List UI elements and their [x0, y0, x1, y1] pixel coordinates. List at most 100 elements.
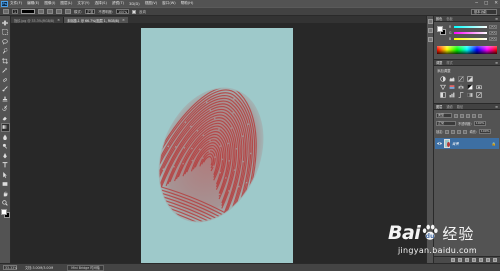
tab-paths[interactable]: 路径 — [457, 104, 463, 109]
brush-size-field[interactable]: 1 — [12, 9, 19, 14]
close-tab-icon[interactable]: × — [57, 18, 60, 22]
document-size-info[interactable]: 文档:3.00M/3.00M — [25, 265, 53, 270]
lock-position-icon[interactable] — [457, 129, 462, 134]
maximize-button[interactable]: □ — [484, 1, 488, 6]
slider-g-track[interactable] — [454, 32, 487, 34]
filter-shape-icon[interactable] — [472, 113, 476, 118]
slider-b[interactable]: B 255 — [449, 37, 498, 41]
slider-r-value[interactable]: 255 — [489, 25, 497, 29]
workspace-select[interactable]: 基本功能 — [471, 9, 497, 15]
panel-menu-icon[interactable]: ≡ — [495, 61, 498, 65]
minimize-button[interactable]: ─ — [475, 1, 478, 6]
slider-r[interactable]: R 255 — [449, 25, 498, 29]
menu-type[interactable]: 文字(Y) — [77, 1, 89, 6]
menu-view[interactable]: 视图(V) — [145, 1, 157, 6]
radial-gradient-icon[interactable] — [47, 9, 54, 14]
layer-name[interactable]: 背景 — [452, 141, 459, 146]
selective-color-icon[interactable] — [476, 92, 482, 98]
panel-menu-icon[interactable]: ≡ — [495, 105, 498, 109]
slider-r-track[interactable] — [454, 26, 487, 28]
path-selection-tool-icon[interactable] — [2, 171, 9, 178]
lasso-tool-icon[interactable] — [2, 38, 9, 45]
dodge-tool-icon[interactable] — [2, 143, 9, 150]
tab-styles[interactable]: 样式 — [446, 60, 452, 65]
quick-selection-tool-icon[interactable] — [2, 48, 9, 55]
filter-smart-object-icon[interactable] — [478, 113, 482, 118]
mini-bridge-tab[interactable]: Mini Bridge 时间轴 — [67, 264, 104, 271]
reflected-gradient-icon[interactable] — [65, 9, 72, 14]
lock-image-icon[interactable] — [451, 129, 456, 134]
invert-icon[interactable] — [440, 92, 446, 98]
blur-tool-icon[interactable] — [2, 133, 9, 140]
lock-all-icon[interactable] — [463, 129, 468, 134]
healing-brush-tool-icon[interactable] — [2, 76, 9, 83]
color-chips[interactable] — [437, 26, 446, 35]
character-panel-icon[interactable] — [427, 37, 433, 42]
levels-icon[interactable] — [449, 76, 455, 82]
close-button[interactable]: ✕ — [494, 1, 498, 6]
tab-swatches[interactable]: 色板 — [446, 16, 452, 21]
exposure-icon[interactable] — [467, 76, 473, 82]
foreground-color-swatch[interactable] — [0, 209, 7, 215]
reverse-checkbox[interactable] — [132, 9, 137, 14]
hue-saturation-icon[interactable] — [449, 84, 455, 90]
foreground-color-chip[interactable] — [437, 26, 443, 32]
posterize-icon[interactable] — [449, 92, 455, 98]
slider-g[interactable]: G 255 — [449, 31, 498, 35]
eraser-tool-icon[interactable] — [2, 114, 9, 121]
crop-tool-icon[interactable] — [2, 57, 9, 64]
color-spectrum-ramp[interactable] — [437, 46, 497, 54]
menu-filter[interactable]: 滤镜(T) — [112, 1, 124, 6]
tool-preset-icon[interactable] — [3, 9, 9, 14]
mode-select[interactable]: 正常 — [84, 9, 96, 14]
tab-channels[interactable]: 通道 — [446, 104, 452, 109]
document-canvas[interactable] — [141, 28, 293, 263]
move-tool-icon[interactable] — [2, 19, 9, 26]
properties-panel-icon[interactable] — [427, 28, 433, 33]
menu-edit[interactable]: 编辑(E) — [27, 1, 39, 6]
menu-select[interactable]: 选择(S) — [95, 1, 107, 6]
panel-menu-icon[interactable]: ≡ — [495, 17, 498, 21]
layer-opacity-field[interactable]: 100% — [473, 121, 486, 126]
layer-item-background[interactable]: 背景 🔒 — [435, 138, 499, 149]
shape-tool-icon[interactable] — [2, 181, 9, 188]
gradient-map-icon[interactable] — [467, 92, 473, 98]
pen-tool-icon[interactable] — [2, 152, 9, 159]
clone-stamp-tool-icon[interactable] — [2, 95, 9, 102]
fill-field[interactable]: 100% — [478, 129, 491, 134]
brush-tool-icon[interactable] — [2, 86, 9, 93]
filter-type-icon[interactable] — [466, 113, 470, 118]
tab-adjustments[interactable]: 调整 — [436, 60, 442, 65]
menu-help[interactable]: 帮助(H) — [181, 1, 194, 6]
color-swatches[interactable] — [0, 209, 10, 218]
vibrance-icon[interactable] — [440, 84, 446, 90]
angle-gradient-icon[interactable] — [56, 9, 63, 14]
tab-layers[interactable]: 图层 — [436, 104, 442, 109]
menu-image[interactable]: 图像(I) — [44, 1, 55, 6]
marquee-tool-icon[interactable] — [2, 29, 9, 36]
gradient-swatch[interactable] — [21, 9, 36, 14]
slider-b-track[interactable] — [454, 38, 487, 40]
zoom-tool-icon[interactable] — [2, 200, 9, 207]
curves-icon[interactable] — [458, 76, 464, 82]
blend-mode-select[interactable]: 正常 — [436, 121, 456, 126]
lock-transparency-icon[interactable] — [445, 129, 450, 134]
threshold-icon[interactable] — [458, 92, 464, 98]
filter-pixel-icon[interactable] — [454, 113, 458, 118]
canvas-area[interactable] — [11, 23, 426, 263]
filter-adjustment-icon[interactable] — [460, 113, 464, 118]
menu-window[interactable]: 窗口(W) — [162, 1, 176, 6]
opacity-field[interactable]: 100% — [116, 9, 130, 14]
hand-tool-icon[interactable] — [2, 190, 9, 197]
visibility-eye-icon[interactable] — [437, 141, 442, 146]
tab-color[interactable]: 颜色 — [436, 16, 442, 21]
type-tool-icon[interactable] — [2, 162, 9, 169]
eyedropper-tool-icon[interactable] — [2, 67, 9, 74]
menu-layer[interactable]: 图层(L) — [60, 1, 72, 6]
brightness-contrast-icon[interactable] — [440, 76, 446, 82]
history-panel-icon[interactable] — [427, 19, 433, 24]
zoom-level-field[interactable]: 33.33% — [3, 265, 17, 270]
layer-kind-filter[interactable]: 类型 — [436, 113, 452, 118]
slider-g-value[interactable]: 255 — [489, 31, 497, 35]
gradient-tool-icon[interactable] — [0, 122, 10, 132]
